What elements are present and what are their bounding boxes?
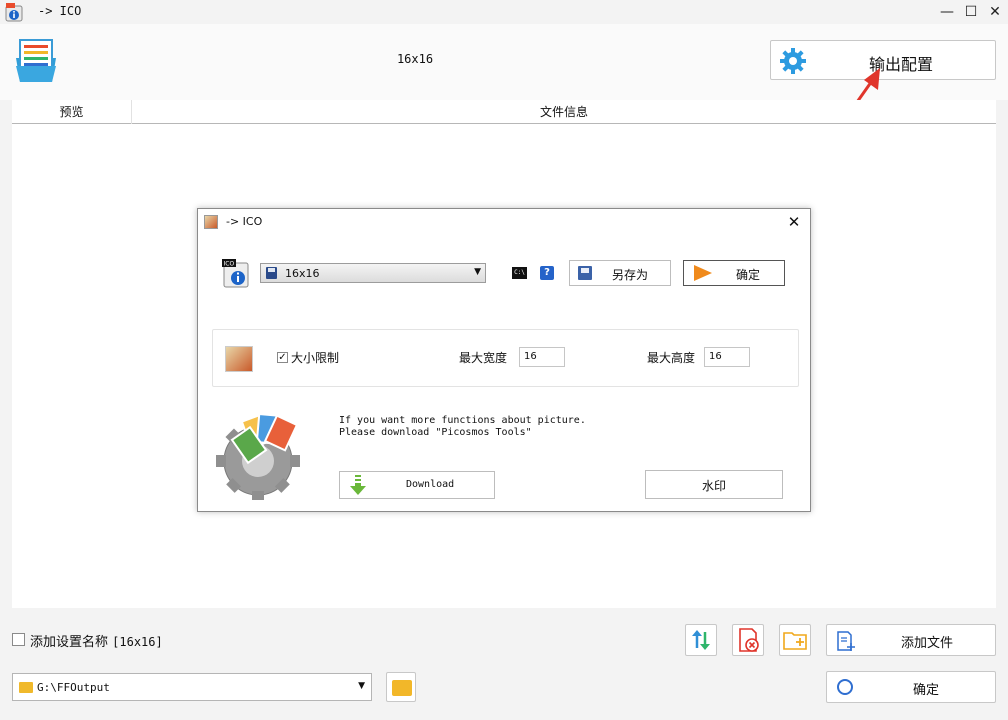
- floppy-disk-icon: [578, 266, 592, 280]
- ico-format-icon: ICO: [222, 259, 249, 288]
- max-width-input[interactable]: 16: [519, 347, 565, 367]
- dialog-close-button[interactable]: ✕: [784, 212, 804, 232]
- size-limit-label[interactable]: 大小限制: [291, 349, 339, 366]
- download-label: Download: [406, 479, 455, 490]
- browse-folder-button[interactable]: [386, 672, 416, 702]
- image-icon: [225, 346, 253, 372]
- confirm-label: 确定: [913, 683, 940, 698]
- gear-icon: [780, 48, 806, 74]
- confirm-button[interactable]: 确定: [826, 671, 996, 703]
- size-limit-group: ✓ 大小限制 最大宽度 16 最大高度 16: [212, 329, 799, 387]
- format-logo-icon: [16, 39, 56, 82]
- arrow-right-icon: [694, 265, 712, 281]
- max-width-label: 最大宽度: [459, 351, 508, 365]
- app-icon: [5, 3, 23, 22]
- add-folder-button[interactable]: [779, 624, 811, 656]
- delete-file-icon: [739, 628, 759, 652]
- add-file-label: 添加文件: [901, 636, 954, 651]
- output-path-value: G:\FFOutput: [37, 681, 110, 694]
- profile-select[interactable]: 16x16 ▼: [260, 263, 486, 283]
- dialog-app-icon: [204, 215, 218, 229]
- add-profile-name-checkbox[interactable]: [12, 633, 25, 646]
- folder-icon: [19, 682, 33, 693]
- output-path-select[interactable]: G:\FFOutput ▼: [12, 673, 372, 701]
- folder-open-icon: [392, 680, 412, 696]
- picosmos-gear-icon: [216, 412, 300, 500]
- max-height-label: 最大高度: [647, 351, 696, 365]
- close-icon: ✕: [989, 4, 1001, 20]
- chevron-down-icon: ▼: [474, 267, 481, 277]
- svg-text:ICO: ICO: [224, 261, 235, 268]
- help-icon[interactable]: ?: [540, 266, 554, 280]
- column-header-preview[interactable]: 预览: [12, 100, 132, 124]
- sort-arrows-icon: [692, 630, 710, 650]
- command-line-icon[interactable]: C:\: [512, 267, 527, 279]
- maximize-button[interactable]: ☐: [960, 2, 982, 22]
- promo-text: If you want more functions about picture…: [339, 415, 586, 438]
- add-profile-name-text: 添加设置名称: [30, 635, 109, 650]
- save-as-button[interactable]: 另存为: [569, 260, 671, 286]
- dialog-confirm-label: 确定: [736, 268, 761, 282]
- close-icon: ✕: [787, 213, 801, 231]
- chevron-down-icon: ▼: [358, 681, 365, 691]
- download-button[interactable]: Download: [339, 471, 495, 499]
- file-list-header: 预览 文件信息: [12, 100, 996, 124]
- dialog-title: -> ICO: [226, 215, 263, 228]
- add-profile-name-suffix: [16x16]: [112, 635, 163, 649]
- ico-settings-dialog: -> ICO ✕ ICO 16x16 ▼ C:\ ? 另存为 确定 ✓ 大小限制…: [197, 208, 811, 512]
- column-header-file-info[interactable]: 文件信息: [132, 100, 996, 124]
- current-profile-label: 16x16: [396, 52, 434, 66]
- check-circle-icon: [837, 679, 853, 695]
- size-limit-checkbox[interactable]: ✓: [277, 352, 288, 363]
- close-button[interactable]: ✕: [984, 2, 1006, 22]
- dialog-confirm-button[interactable]: 确定: [683, 260, 785, 286]
- maximize-icon: ☐: [964, 4, 978, 20]
- minimize-icon: —: [940, 4, 954, 20]
- max-height-input[interactable]: 16: [704, 347, 750, 367]
- profile-select-value: 16x16: [285, 267, 320, 280]
- watermark-button[interactable]: 水印: [645, 470, 783, 499]
- folder-add-icon: [783, 632, 807, 650]
- save-icon: [266, 267, 277, 279]
- add-profile-name-label[interactable]: 添加设置名称 [16x16]: [30, 631, 163, 650]
- download-arrow-icon: [350, 475, 366, 495]
- add-file-icon: [837, 631, 855, 651]
- sort-button[interactable]: [685, 624, 717, 656]
- save-as-label: 另存为: [612, 268, 649, 282]
- add-file-button[interactable]: 添加文件: [826, 624, 996, 656]
- watermark-label: 水印: [701, 479, 726, 493]
- window-title: -> ICO: [38, 4, 82, 18]
- minimize-button[interactable]: —: [936, 2, 958, 22]
- title-bar: -> ICO — ☐ ✕: [0, 0, 1008, 24]
- delete-button[interactable]: [732, 624, 764, 656]
